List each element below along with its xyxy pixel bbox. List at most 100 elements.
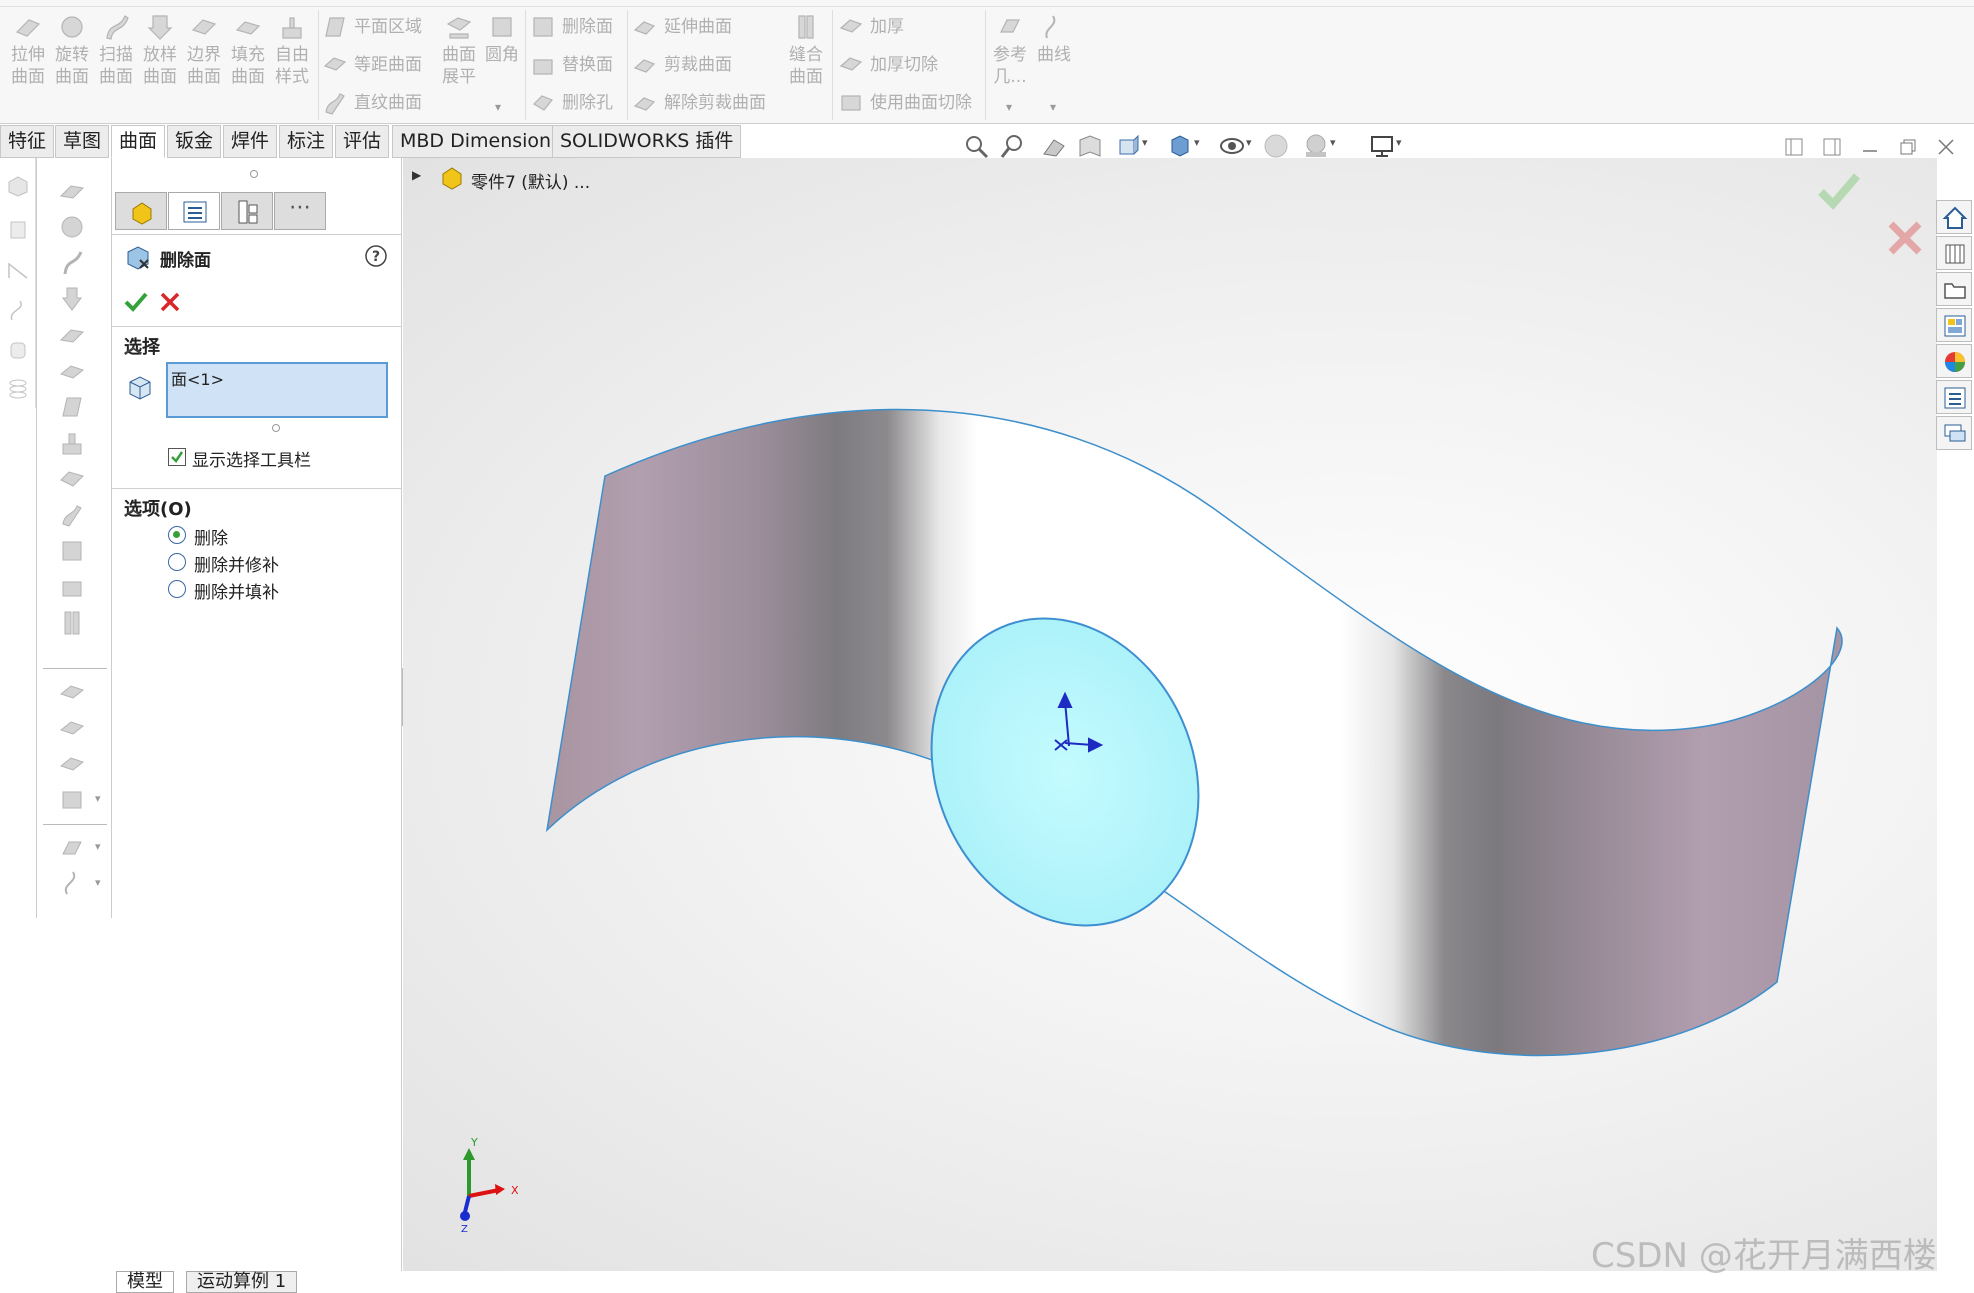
surface-model[interactable] (403, 158, 1937, 1271)
tab-features[interactable]: 特征 (0, 125, 55, 158)
tab-sketch[interactable]: 草图 (55, 125, 110, 158)
curves-icon[interactable] (57, 870, 87, 896)
swept-surface-icon[interactable] (57, 250, 87, 276)
tab-annotation[interactable]: 标注 (279, 125, 334, 158)
tab-property-manager[interactable] (168, 192, 220, 230)
replace-face-icon[interactable] (57, 574, 87, 600)
radio-delete-and-fill[interactable] (168, 580, 186, 598)
previous-view-icon[interactable] (1040, 132, 1068, 160)
view-settings-icon[interactable] (1368, 132, 1396, 160)
thicken-button[interactable]: 加厚 (838, 12, 904, 42)
chevron-up-icon[interactable]: ︿ (124, 333, 388, 359)
help-icon[interactable]: ? (364, 244, 388, 268)
reference-geometry-button[interactable]: 参考 几... (988, 12, 1032, 92)
chevron-down-icon[interactable]: ▾ (1050, 100, 1056, 114)
extend-surface-button[interactable]: 延伸曲面 (632, 12, 732, 42)
cut-with-surface-button[interactable]: 使用曲面切除 (838, 88, 972, 118)
solidworks-resources-button[interactable] (1936, 200, 1972, 234)
ruled-surface-button[interactable]: 直纹曲面 (322, 88, 422, 118)
tab-solidworks-addins[interactable]: SOLIDWORKS 插件 (552, 125, 742, 158)
chevron-up-icon[interactable]: ︿ (124, 495, 388, 521)
chevron-down-icon[interactable]: ▾ (95, 792, 101, 805)
boss-icon[interactable] (6, 174, 30, 198)
freeform-icon[interactable] (57, 430, 87, 456)
tab-sheet-metal[interactable]: 钣金 (167, 125, 222, 158)
revolved-surface-icon[interactable] (57, 214, 87, 240)
ok-checkmark-icon[interactable] (122, 288, 150, 316)
knit-surface-button[interactable]: 缝合 曲面 (784, 12, 828, 92)
fillet-button[interactable]: 圆角 (480, 12, 524, 92)
file-explorer-button[interactable] (1936, 272, 1972, 306)
reference-geometry-icon[interactable] (57, 834, 87, 860)
chevron-down-icon[interactable]: ▾ (1330, 136, 1336, 149)
knit-surface-icon[interactable] (57, 610, 87, 636)
helix-icon[interactable] (6, 376, 30, 400)
planar-surface-button[interactable]: 平面区域 (322, 12, 422, 42)
chevron-down-icon[interactable]: ▾ (495, 100, 501, 114)
tab-motion-study[interactable]: 运动算例 1 (186, 1271, 298, 1293)
tab-mbd-dimensions[interactable]: MBD Dimensions (392, 125, 569, 158)
boundary-surface-button[interactable]: 边界 曲面 (182, 12, 226, 92)
sketch-icon[interactable] (6, 258, 30, 282)
delete-hole-button[interactable]: 删除孔 (530, 88, 613, 118)
filled-surface-icon[interactable] (57, 358, 87, 384)
zoom-to-fit-icon[interactable] (962, 132, 990, 160)
filled-surface-button[interactable]: 填充 曲面 (226, 12, 270, 92)
revolved-surface-button[interactable]: 旋转 曲面 (50, 12, 94, 92)
tab-model[interactable]: 模型 (116, 1271, 174, 1293)
chevron-down-icon[interactable]: ▾ (1194, 136, 1200, 149)
view-orientation-icon[interactable] (1114, 132, 1142, 160)
replace-face-button[interactable]: 替换面 (530, 50, 613, 80)
swept-surface-button[interactable]: 扫描 曲面 (94, 12, 138, 92)
section-view-icon[interactable] (1076, 132, 1104, 160)
edit-appearance-icon[interactable] (1262, 132, 1290, 160)
panel-left-icon[interactable] (1784, 137, 1804, 157)
thicken-cut-button[interactable]: 加厚切除 (838, 50, 938, 80)
chevron-down-icon[interactable]: ▾ (1396, 136, 1402, 149)
panel-right-icon[interactable] (1822, 137, 1842, 157)
cancel-x-icon[interactable] (158, 290, 182, 314)
panel-resize-handle[interactable] (250, 170, 258, 178)
radio-delete[interactable] (168, 526, 186, 544)
apply-scene-icon[interactable] (1302, 132, 1330, 160)
ruled-surface-icon[interactable] (57, 502, 87, 528)
offset-surface-button[interactable]: 等距曲面 (322, 50, 422, 80)
extruded-surface-button[interactable]: 拉伸 曲面 (6, 12, 50, 92)
cut-icon[interactable] (6, 218, 30, 242)
hide-show-items-icon[interactable] (1218, 132, 1246, 160)
selection-section-header[interactable]: 选择 ︿ (112, 326, 402, 362)
extruded-surface-icon[interactable] (57, 178, 87, 204)
untrim-surface-icon[interactable] (57, 750, 87, 776)
chevron-down-icon[interactable]: ▾ (1246, 136, 1252, 149)
selected-faces-list[interactable]: 面<1> (166, 362, 388, 418)
tab-feature-manager[interactable] (115, 192, 167, 230)
chevron-down-icon[interactable]: ▾ (95, 876, 101, 889)
delete-face-button[interactable]: 删除面 (530, 12, 613, 42)
close-icon[interactable] (1936, 137, 1956, 157)
graphics-area[interactable]: ▶ 零件7 (默认) ... Y X Z CSDN @花开月满西楼 (403, 158, 1937, 1276)
options-section-header[interactable]: 选项(O) ︿ (112, 488, 402, 524)
appearances-button[interactable] (1936, 344, 1972, 378)
tab-configuration-manager[interactable] (221, 192, 273, 230)
chevron-down-icon[interactable]: ▾ (1006, 100, 1012, 114)
more-tabs-icon[interactable]: ⋯ (274, 192, 326, 230)
list-resize-handle[interactable] (272, 424, 280, 432)
lofted-surface-button[interactable]: 放样 曲面 (138, 12, 182, 92)
tab-evaluate[interactable]: 评估 (335, 125, 390, 158)
untrim-surface-button[interactable]: 解除剪裁曲面 (632, 88, 766, 118)
forum-button[interactable] (1936, 416, 1972, 450)
cylinder-icon[interactable] (6, 338, 30, 362)
boundary-surface-icon[interactable] (57, 322, 87, 348)
extend-surface-icon[interactable] (57, 678, 87, 704)
display-style-icon[interactable] (1166, 132, 1194, 160)
custom-properties-button[interactable] (1936, 380, 1972, 414)
curves-button[interactable]: 曲线 (1032, 12, 1076, 92)
selected-face-item[interactable]: 面<1> (171, 366, 224, 390)
trim-surface-button[interactable]: 剪裁曲面 (632, 50, 732, 80)
view-palette-button[interactable] (1936, 308, 1972, 342)
delete-face-icon[interactable] (57, 538, 87, 564)
tab-surfaces[interactable]: 曲面 (111, 125, 166, 158)
offset-surface-icon[interactable] (57, 466, 87, 492)
show-selection-toolbar-checkbox[interactable] (168, 448, 186, 466)
design-library-button[interactable] (1936, 236, 1972, 270)
